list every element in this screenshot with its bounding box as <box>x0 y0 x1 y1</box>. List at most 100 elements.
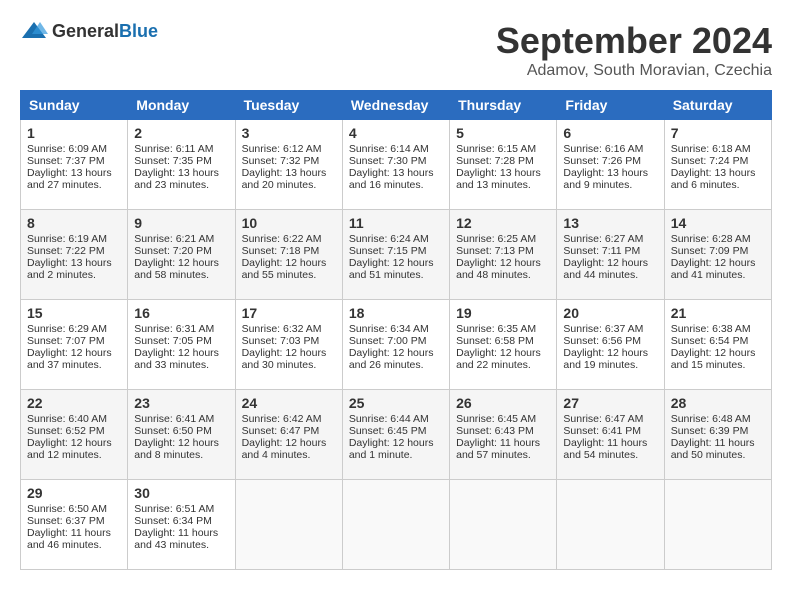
daylight-label: Daylight: 11 hours and 50 minutes. <box>671 437 755 461</box>
daylight-label: Daylight: 13 hours and 13 minutes. <box>456 167 541 191</box>
page-header: GeneralBlue September 2024 Adamov, South… <box>20 20 772 80</box>
daylight-label: Daylight: 11 hours and 43 minutes. <box>134 527 218 551</box>
sunset-label: Sunset: 7:20 PM <box>134 245 212 257</box>
sunset-label: Sunset: 6:37 PM <box>27 515 105 527</box>
sunrise-label: Sunrise: 6:21 AM <box>134 233 214 245</box>
daylight-label: Daylight: 12 hours and 51 minutes. <box>349 257 434 281</box>
sunrise-label: Sunrise: 6:19 AM <box>27 233 107 245</box>
day-number: 22 <box>27 395 121 411</box>
sunset-label: Sunset: 7:30 PM <box>349 155 427 167</box>
logo: GeneralBlue <box>20 20 158 42</box>
calendar-cell: 20 Sunrise: 6:37 AM Sunset: 6:56 PM Dayl… <box>557 300 664 390</box>
sunset-label: Sunset: 6:39 PM <box>671 425 749 437</box>
calendar-cell: 5 Sunrise: 6:15 AM Sunset: 7:28 PM Dayli… <box>450 120 557 210</box>
sunrise-label: Sunrise: 6:51 AM <box>134 503 214 515</box>
col-monday: Monday <box>128 91 235 120</box>
calendar-week-row: 8 Sunrise: 6:19 AM Sunset: 7:22 PM Dayli… <box>21 210 772 300</box>
calendar-cell: 13 Sunrise: 6:27 AM Sunset: 7:11 PM Dayl… <box>557 210 664 300</box>
sunrise-label: Sunrise: 6:50 AM <box>27 503 107 515</box>
daylight-label: Daylight: 13 hours and 23 minutes. <box>134 167 219 191</box>
calendar-cell: 23 Sunrise: 6:41 AM Sunset: 6:50 PM Dayl… <box>128 390 235 480</box>
day-number: 30 <box>134 485 228 501</box>
sunrise-label: Sunrise: 6:35 AM <box>456 323 536 335</box>
calendar-cell: 30 Sunrise: 6:51 AM Sunset: 6:34 PM Dayl… <box>128 480 235 570</box>
daylight-label: Daylight: 12 hours and 19 minutes. <box>563 347 648 371</box>
calendar-cell: 19 Sunrise: 6:35 AM Sunset: 6:58 PM Dayl… <box>450 300 557 390</box>
daylight-label: Daylight: 12 hours and 30 minutes. <box>242 347 327 371</box>
sunrise-label: Sunrise: 6:44 AM <box>349 413 429 425</box>
daylight-label: Daylight: 13 hours and 16 minutes. <box>349 167 434 191</box>
daylight-label: Daylight: 12 hours and 4 minutes. <box>242 437 327 461</box>
sunrise-label: Sunrise: 6:27 AM <box>563 233 643 245</box>
day-number: 19 <box>456 305 550 321</box>
sunset-label: Sunset: 7:13 PM <box>456 245 534 257</box>
sunrise-label: Sunrise: 6:47 AM <box>563 413 643 425</box>
sunrise-label: Sunrise: 6:18 AM <box>671 143 751 155</box>
sunrise-label: Sunrise: 6:45 AM <box>456 413 536 425</box>
calendar-cell: 3 Sunrise: 6:12 AM Sunset: 7:32 PM Dayli… <box>235 120 342 210</box>
daylight-label: Daylight: 12 hours and 12 minutes. <box>27 437 112 461</box>
title-area: September 2024 Adamov, South Moravian, C… <box>496 20 772 80</box>
daylight-label: Daylight: 12 hours and 33 minutes. <box>134 347 219 371</box>
daylight-label: Daylight: 12 hours and 26 minutes. <box>349 347 434 371</box>
sunset-label: Sunset: 7:00 PM <box>349 335 427 347</box>
logo-text-general: General <box>52 21 119 41</box>
calendar-cell: 8 Sunrise: 6:19 AM Sunset: 7:22 PM Dayli… <box>21 210 128 300</box>
sunset-label: Sunset: 6:47 PM <box>242 425 320 437</box>
daylight-label: Daylight: 12 hours and 48 minutes. <box>456 257 541 281</box>
sunset-label: Sunset: 7:15 PM <box>349 245 427 257</box>
sunrise-label: Sunrise: 6:22 AM <box>242 233 322 245</box>
calendar-cell: 15 Sunrise: 6:29 AM Sunset: 7:07 PM Dayl… <box>21 300 128 390</box>
day-number: 7 <box>671 125 765 141</box>
daylight-label: Daylight: 13 hours and 9 minutes. <box>563 167 648 191</box>
calendar-cell <box>342 480 449 570</box>
sunset-label: Sunset: 7:24 PM <box>671 155 749 167</box>
calendar-cell <box>557 480 664 570</box>
calendar-cell <box>450 480 557 570</box>
logo-text-blue: Blue <box>119 21 158 41</box>
daylight-label: Daylight: 13 hours and 6 minutes. <box>671 167 756 191</box>
calendar-cell: 6 Sunrise: 6:16 AM Sunset: 7:26 PM Dayli… <box>557 120 664 210</box>
sunrise-label: Sunrise: 6:38 AM <box>671 323 751 335</box>
calendar-cell: 16 Sunrise: 6:31 AM Sunset: 7:05 PM Dayl… <box>128 300 235 390</box>
daylight-label: Daylight: 12 hours and 1 minute. <box>349 437 434 461</box>
sunset-label: Sunset: 6:41 PM <box>563 425 641 437</box>
calendar-cell: 10 Sunrise: 6:22 AM Sunset: 7:18 PM Dayl… <box>235 210 342 300</box>
calendar-cell: 18 Sunrise: 6:34 AM Sunset: 7:00 PM Dayl… <box>342 300 449 390</box>
sunset-label: Sunset: 6:58 PM <box>456 335 534 347</box>
sunrise-label: Sunrise: 6:12 AM <box>242 143 322 155</box>
daylight-label: Daylight: 13 hours and 2 minutes. <box>27 257 112 281</box>
daylight-label: Daylight: 12 hours and 15 minutes. <box>671 347 756 371</box>
day-number: 27 <box>563 395 657 411</box>
logo-icon <box>20 20 48 42</box>
sunset-label: Sunset: 7:18 PM <box>242 245 320 257</box>
calendar-cell: 22 Sunrise: 6:40 AM Sunset: 6:52 PM Dayl… <box>21 390 128 480</box>
day-number: 5 <box>456 125 550 141</box>
sunrise-label: Sunrise: 6:16 AM <box>563 143 643 155</box>
sunset-label: Sunset: 7:35 PM <box>134 155 212 167</box>
sunset-label: Sunset: 6:50 PM <box>134 425 212 437</box>
col-saturday: Saturday <box>664 91 771 120</box>
calendar-cell <box>235 480 342 570</box>
sunset-label: Sunset: 7:26 PM <box>563 155 641 167</box>
calendar-cell: 7 Sunrise: 6:18 AM Sunset: 7:24 PM Dayli… <box>664 120 771 210</box>
day-number: 2 <box>134 125 228 141</box>
daylight-label: Daylight: 12 hours and 44 minutes. <box>563 257 648 281</box>
day-number: 26 <box>456 395 550 411</box>
day-number: 15 <box>27 305 121 321</box>
sunrise-label: Sunrise: 6:28 AM <box>671 233 751 245</box>
daylight-label: Daylight: 12 hours and 58 minutes. <box>134 257 219 281</box>
sunset-label: Sunset: 7:37 PM <box>27 155 105 167</box>
day-number: 18 <box>349 305 443 321</box>
calendar-cell: 12 Sunrise: 6:25 AM Sunset: 7:13 PM Dayl… <box>450 210 557 300</box>
sunset-label: Sunset: 6:54 PM <box>671 335 749 347</box>
calendar-cell: 4 Sunrise: 6:14 AM Sunset: 7:30 PM Dayli… <box>342 120 449 210</box>
day-number: 23 <box>134 395 228 411</box>
sunrise-label: Sunrise: 6:24 AM <box>349 233 429 245</box>
sunset-label: Sunset: 7:28 PM <box>456 155 534 167</box>
calendar-cell: 9 Sunrise: 6:21 AM Sunset: 7:20 PM Dayli… <box>128 210 235 300</box>
col-friday: Friday <box>557 91 664 120</box>
sunrise-label: Sunrise: 6:31 AM <box>134 323 214 335</box>
daylight-label: Daylight: 11 hours and 46 minutes. <box>27 527 111 551</box>
daylight-label: Daylight: 12 hours and 41 minutes. <box>671 257 756 281</box>
